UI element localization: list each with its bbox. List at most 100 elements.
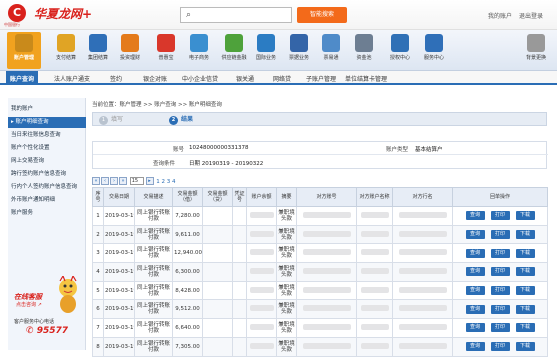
my-account-link[interactable]: 我的账户 — [488, 11, 512, 20]
sidebar-item-online-trade[interactable]: 网上交易查询 — [8, 156, 86, 167]
nav-item-payment-settlement[interactable]: 支付结算 — [52, 32, 80, 69]
download-button[interactable]: 下载 — [515, 342, 535, 352]
download-button[interactable]: 下载 — [515, 211, 535, 221]
query-button[interactable]: 查询 — [465, 342, 485, 352]
table-row[interactable]: 4 2019-03-19 同上银行转账付款 6,300.00 兼职境头款 查询 打印 下载 — [92, 262, 548, 282]
redacted-value — [360, 249, 389, 256]
nav-item-service-center[interactable]: 服务中心 — [420, 32, 448, 69]
step-fill: 1 填写 — [99, 115, 123, 125]
table-row[interactable]: 8 2019-03-19 同上银行转账付款 7,305.00 兼职境头款 查询 打印 下载 — [92, 336, 548, 357]
print-button[interactable]: 打印 — [490, 323, 510, 333]
nav-item-investment[interactable]: 投资理财 — [116, 32, 144, 69]
query-button[interactable]: 查询 — [465, 304, 485, 314]
query-button[interactable]: 查询 — [465, 211, 485, 221]
print-button[interactable]: 打印 — [490, 267, 510, 277]
nav-item-cash-pool[interactable]: 资金池 — [350, 32, 378, 69]
nav-item-account-management[interactable]: 账户管理 — [7, 32, 41, 69]
receipt-actions: 查询 打印 下载 — [452, 280, 548, 301]
download-button[interactable]: 下载 — [515, 267, 535, 277]
query-button[interactable]: 查询 — [465, 248, 485, 258]
print-button[interactable]: 打印 — [490, 342, 510, 352]
table-row[interactable]: 5 2019-03-19 同上银行转账付款 8,428.00 兼职境头款 查询 打印 下载 — [92, 280, 548, 301]
sidebar-item-fx-notice[interactable]: 外币账户通知明细 — [8, 195, 86, 206]
sidebar-item-intrabank[interactable]: 行内个人签约账户信息查询 — [8, 182, 86, 193]
nav-item-supply-chain[interactable]: 供应链金融 — [220, 32, 248, 69]
hotline-value: 95577 — [36, 326, 68, 336]
sidebar-item-interbank[interactable]: 跨行签约账户信息查询 — [8, 169, 86, 180]
nav-item-label: 投资理财 — [119, 55, 140, 61]
info-row: 账号 10248000000331378 账户类型 基本结算户 — [93, 142, 548, 155]
print-button[interactable]: 打印 — [490, 211, 510, 221]
sidebar-item-detail-query[interactable]: ▸ 账户明细查询 — [8, 117, 86, 128]
search-button[interactable]: 智能搜索 — [297, 7, 347, 23]
redacted-value — [360, 211, 389, 218]
go-button[interactable]: ▸ — [145, 177, 154, 185]
table-row[interactable]: 1 2019-03-19 同上银行转账付款 7,280.00 兼职境头款 查询 打印 下载 — [92, 206, 548, 226]
online-service-promo[interactable]: 在线客服 点击咨询 ↗ 客户服务中心电话 ✆ 95577 — [12, 276, 82, 340]
receipt-actions: 查询 打印 下载 — [452, 262, 548, 282]
nav-item-ecommerce[interactable]: 电子商务 — [185, 32, 213, 69]
transaction-desc: 同上银行转账付款 — [134, 280, 173, 301]
row-number: 1 — [92, 206, 104, 226]
nav-item-bill-easy[interactable]: 票易通 — [317, 32, 345, 69]
account-number: 10248000000331378 — [189, 145, 249, 151]
table-row[interactable]: 7 2019-03-19 同上银行转账付款 6,640.00 兼职境头款 查询 打印 下载 — [92, 318, 548, 338]
subnav-reconcile[interactable]: 银企对账 — [143, 74, 167, 83]
debit-amount: 7,280.00 — [172, 206, 203, 226]
logout-link[interactable]: 退出登录 — [519, 11, 543, 20]
redacted-value — [360, 323, 389, 330]
query-button[interactable]: 查询 — [465, 323, 485, 333]
next-page-button[interactable]: › — [110, 177, 118, 185]
query-button[interactable]: 查询 — [465, 230, 485, 240]
nav-item-puhui[interactable]: 普惠宝 — [152, 32, 180, 69]
download-button[interactable]: 下载 — [515, 230, 535, 240]
nav-item-auth-center[interactable]: 授权中心 — [386, 32, 414, 69]
page-size-select[interactable]: 15 — [129, 177, 144, 185]
sidebar-item-my-account[interactable]: 我的账户 — [8, 104, 86, 115]
redacted-value — [398, 305, 447, 312]
nav-item-bills[interactable]: 票据业务 — [285, 32, 313, 69]
transaction-date: 2019-03-19 — [103, 299, 135, 320]
subnav-account-query[interactable]: 账户查询 — [6, 71, 39, 85]
print-button[interactable]: 打印 — [490, 248, 510, 258]
download-button[interactable]: 下载 — [515, 248, 535, 258]
bank-logo-icon[interactable]: C — [8, 4, 26, 22]
subnav-sub-account[interactable]: 子账户管理 — [306, 74, 336, 83]
col-header: 摘要 — [276, 187, 297, 207]
table-row[interactable]: 3 2019-03-19 同上银行转账付款 12,940.00 兼职境头款 查询 打印 下载 — [92, 243, 548, 264]
redacted-value — [360, 342, 389, 349]
print-button[interactable]: 打印 — [490, 230, 510, 240]
download-button[interactable]: 下载 — [515, 286, 535, 296]
nav-item-group-settlement[interactable]: 集团结算 — [84, 32, 112, 69]
redacted-value — [398, 342, 447, 349]
last-page-button[interactable]: » — [119, 177, 127, 185]
subnav-sme-credit[interactable]: 中小企业信贷 — [182, 74, 218, 83]
nav-item-label: 账户管理 — [13, 55, 34, 61]
sidebar-item-service[interactable]: 账户服务 — [8, 208, 86, 219]
voucher-number — [232, 280, 247, 301]
print-button[interactable]: 打印 — [490, 286, 510, 296]
download-button[interactable]: 下载 — [515, 323, 535, 333]
query-button[interactable]: 查询 — [465, 267, 485, 277]
prev-page-button[interactable]: ‹ — [101, 177, 109, 185]
sidebar-item-personal-settings[interactable]: 账户个性化设置 — [8, 143, 86, 154]
print-button[interactable]: 打印 — [490, 304, 510, 314]
nav-item-international[interactable]: 国际业务 — [252, 32, 280, 69]
query-button[interactable]: 查询 — [465, 286, 485, 296]
table-row[interactable]: 6 2019-03-19 同上银行转账付款 9,512.00 兼职境头款 查询 打印 下载 — [92, 299, 548, 320]
table-row[interactable]: 2 2019-03-19 同上银行转账付款 9,611.00 兼职境头款 查询 打印 下载 — [92, 224, 548, 245]
nav-item-theme-change[interactable]: 背景更换 — [522, 32, 550, 69]
subnav-corporate-account[interactable]: 法人账户通支 — [54, 74, 90, 83]
query-condition-label: 查询条件 — [153, 161, 176, 167]
search-input[interactable]: ⌕ — [180, 7, 292, 23]
page-links[interactable]: 1 2 3 4 — [156, 179, 175, 185]
sidebar-item-today-query[interactable]: 当日来往账信息查询 — [8, 130, 86, 141]
download-button[interactable]: 下载 — [515, 304, 535, 314]
subnav-settlement-card[interactable]: 单位结算卡管理 — [345, 74, 387, 83]
counterparty-bank — [392, 224, 453, 245]
subnav-customs[interactable]: 银关通 — [236, 74, 254, 83]
subnav-sign[interactable]: 签约 — [110, 74, 122, 83]
nav-item-label: 电子商务 — [188, 55, 209, 61]
first-page-button[interactable]: « — [92, 177, 100, 185]
subnav-online-loan[interactable]: 网络贷 — [273, 74, 291, 83]
